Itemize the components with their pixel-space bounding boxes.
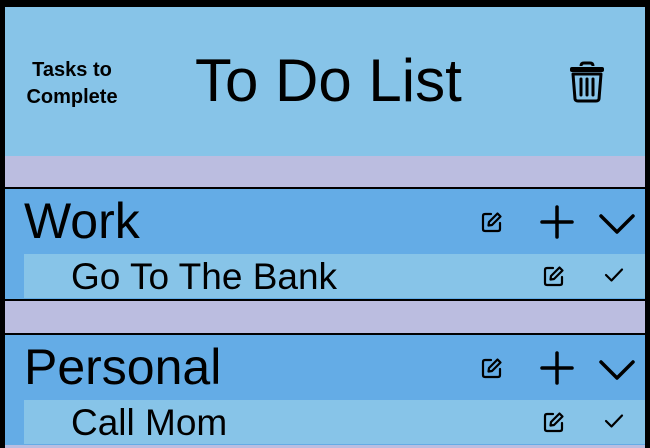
edit-icon (543, 412, 564, 433)
task-name: Call Mom (71, 402, 228, 443)
task-name: Go To The Bank (71, 256, 338, 297)
edit-task-button[interactable] (543, 411, 565, 433)
tasks-label-line2: Complete (26, 86, 118, 108)
edit-icon (481, 212, 502, 233)
plus-icon (540, 351, 574, 385)
collapse-category-button[interactable] (599, 213, 635, 235)
app-header: Tasks to Complete To Do List (5, 7, 645, 156)
task-item: Go To The Bank (24, 254, 645, 298)
edit-category-button[interactable] (481, 357, 503, 379)
checkmark-icon (604, 414, 624, 428)
category-name: Personal (24, 339, 222, 395)
page-title: To Do List (195, 47, 462, 114)
checkmark-icon (604, 268, 624, 282)
collapse-category-button[interactable] (599, 359, 635, 381)
spacer (5, 301, 645, 333)
add-task-button[interactable] (540, 205, 574, 239)
task-item: Call Mom (24, 400, 645, 444)
edit-icon (481, 358, 502, 379)
spacer (5, 156, 645, 187)
complete-task-button[interactable] (604, 413, 624, 429)
trash-icon (570, 61, 604, 103)
chevron-down-icon (599, 360, 635, 380)
edit-category-button[interactable] (481, 211, 503, 233)
chevron-down-icon (599, 214, 635, 234)
complete-task-button[interactable] (604, 267, 624, 283)
todo-app: Tasks to Complete To Do List Work Go To … (5, 7, 645, 448)
edit-icon (543, 266, 564, 287)
delete-all-button[interactable] (569, 61, 605, 103)
add-task-button[interactable] (540, 351, 574, 385)
category-name: Work (24, 193, 140, 249)
plus-icon (540, 205, 574, 239)
tasks-to-complete-label: Tasks to Complete (13, 57, 131, 111)
tasks-label-line1: Tasks to (32, 59, 112, 81)
edit-task-button[interactable] (543, 265, 565, 287)
